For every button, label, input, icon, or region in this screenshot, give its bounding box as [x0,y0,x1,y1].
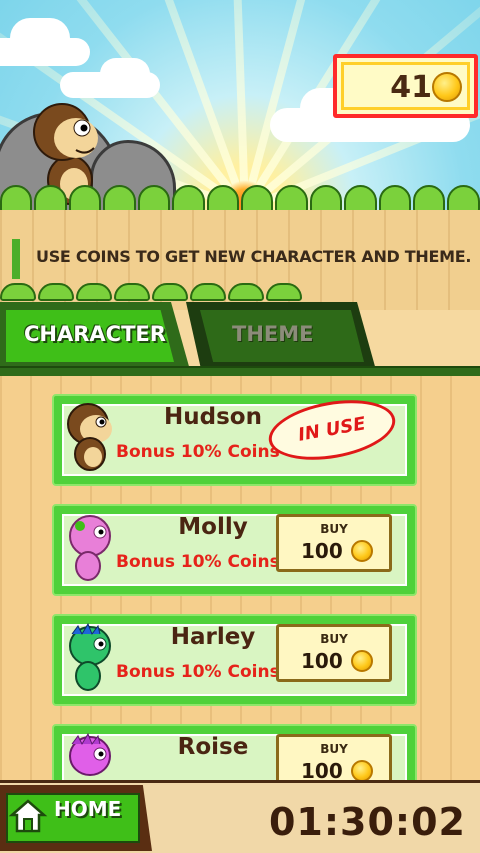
buy-button[interactable]: BUY 100 [276,514,392,572]
character-list[interactable]: Hudson Bonus 10% Coins IN USE Molly Bonu… [0,376,480,780]
character-bonus: Bonus 10% Coins [116,442,280,462]
character-bonus: Bonus 10% Coins [116,662,280,682]
buy-button[interactable]: BUY 100 [276,734,392,780]
character-card-harley[interactable]: Harley Bonus 10% Coins BUY 100 [52,614,417,706]
character-name: Harley [170,624,256,650]
character-card-hudson[interactable]: Hudson Bonus 10% Coins IN USE [52,391,417,486]
character-name: Hudson [164,404,262,430]
info-message-text: USE COINS TO GET NEW CHARACTER AND THEME… [36,247,472,266]
buy-button[interactable]: BUY 100 [276,624,392,682]
tab-theme-label: THEME [232,322,314,346]
gold-coin-icon [432,72,462,102]
buy-price: 100 [301,539,343,563]
gold-coin-icon [351,540,373,562]
buy-price: 100 [301,649,343,673]
home-button[interactable]: HOME [0,785,152,851]
tab-character[interactable]: CHARACTER [0,302,190,370]
buy-price: 100 [301,759,343,780]
gold-coin-icon [351,760,373,780]
info-message: USE COINS TO GET NEW CHARACTER AND THEME… [10,237,472,281]
tab-character-label: CHARACTER [24,322,166,346]
harley-avatar [69,622,111,691]
character-name: Roise [177,734,249,760]
tab-theme[interactable]: THEME [186,302,376,370]
bushes [0,283,480,303]
timer: 01:30:02 [268,800,466,844]
in-use-label: IN USE [296,413,368,446]
hudson-avatar [67,403,112,471]
buy-label: BUY [320,522,348,536]
gold-coin-icon [351,650,373,672]
home-icon [8,799,48,833]
character-card-molly[interactable]: Molly Bonus 10% Coins BUY 100 [52,504,417,596]
buy-label: BUY [320,742,348,756]
home-label: HOME [54,797,122,821]
character-card-roise[interactable]: Roise BUY 100 [52,724,417,780]
buy-label: BUY [320,632,348,646]
molly-avatar [69,515,111,581]
character-bonus: Bonus 10% Coins [116,552,280,572]
coin-counter: 41 [333,54,478,118]
character-name: Molly [178,514,248,540]
roise-avatar [69,732,111,776]
coin-count: 41 [390,70,432,105]
